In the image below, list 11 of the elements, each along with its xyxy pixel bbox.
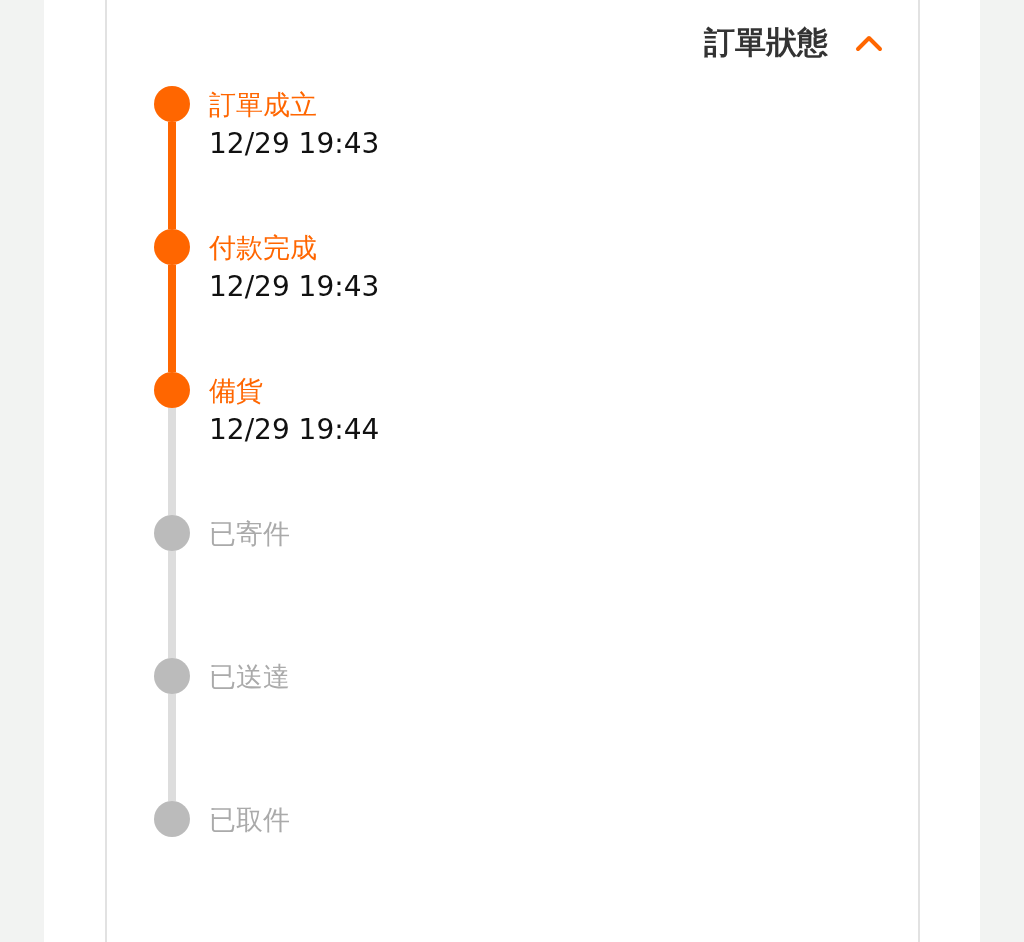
- step-time: 12/29 19:44: [209, 412, 380, 448]
- step-label: 已取件: [209, 803, 290, 837]
- step-label: 備貨: [209, 374, 264, 408]
- step-label: 訂單成立: [209, 88, 318, 122]
- section-title: 訂單狀態: [704, 23, 828, 62]
- step-label: 已寄件: [209, 517, 290, 551]
- step-time: 12/29 19:43: [209, 269, 380, 305]
- step-label: 付款完成: [209, 231, 318, 265]
- step-label: 已送達: [209, 660, 290, 694]
- step-time: 12/29 19:43: [209, 126, 380, 162]
- chevron-icon: [855, 34, 883, 52]
